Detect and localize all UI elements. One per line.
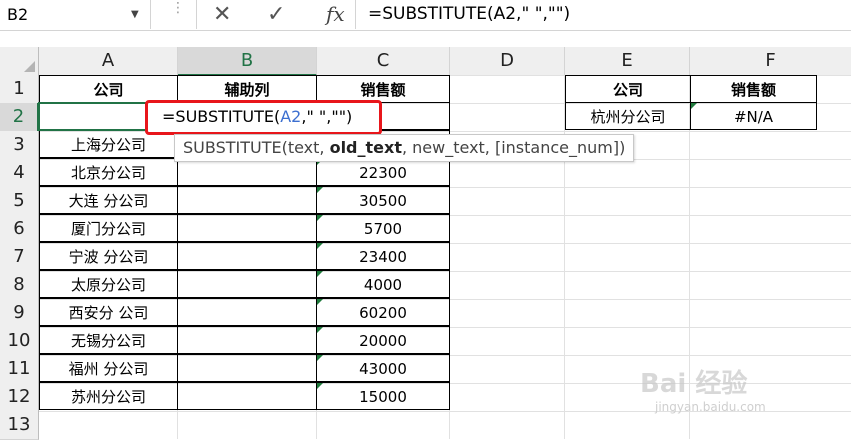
error-indicator-icon [691, 103, 697, 109]
error-indicator-icon [317, 243, 323, 249]
column-header-f[interactable]: F [690, 47, 851, 76]
row-header[interactable]: 6 [0, 215, 39, 244]
header-company[interactable]: 公司 [39, 75, 178, 103]
sales-cell[interactable]: 30500 [316, 186, 450, 214]
row-header[interactable]: 5 [0, 187, 39, 216]
function-argument-tooltip: SUBSTITUTE(text, old_text, new_text, [in… [174, 134, 635, 162]
lookup-sales-cell[interactable]: #N/A [690, 102, 817, 130]
header-helper[interactable]: 辅助列 [177, 75, 317, 103]
sales-cell[interactable]: 23400 [316, 242, 450, 270]
company-cell[interactable]: 无锡分公司 [39, 326, 178, 354]
formula-buttons: ✕ ✓ fx [196, 0, 356, 29]
formula-bar: B2 ▼ ⋮ ✕ ✓ fx =SUBSTITUTE(A2," ","") [0, 0, 851, 31]
error-indicator-icon [317, 215, 323, 221]
sales-cell[interactable]: 15000 [316, 382, 450, 410]
row-header[interactable]: 1 [0, 75, 39, 104]
error-indicator-icon [317, 187, 323, 193]
helper-cell[interactable] [177, 298, 317, 326]
sales-cell[interactable]: 43000 [316, 354, 450, 382]
name-box[interactable]: B2 ▼ [0, 0, 151, 29]
error-indicator-icon [317, 383, 323, 389]
watermark-logo: Bai 经验 [640, 369, 748, 399]
helper-cell[interactable] [177, 242, 317, 270]
error-indicator-icon [317, 355, 323, 361]
row-header[interactable]: 3 [0, 131, 39, 160]
lookup-company-cell[interactable]: 杭州分公司 [565, 102, 691, 130]
column-header-a[interactable]: A [39, 47, 178, 76]
company-cell[interactable]: 福州 分公司 [39, 354, 178, 382]
name-box-value: B2 [7, 5, 29, 24]
sales-cell[interactable]: 60200 [316, 298, 450, 326]
column-header-c[interactable]: C [317, 47, 450, 76]
helper-cell[interactable] [177, 382, 317, 410]
tooltip-function-name[interactable]: SUBSTITUTE( [183, 138, 288, 157]
company-cell[interactable]: 太原分公司 [39, 270, 178, 298]
lookup-header-company[interactable]: 公司 [565, 75, 691, 103]
row-header[interactable]: 4 [0, 159, 39, 188]
check-icon[interactable]: ✓ [267, 2, 285, 27]
tooltip-arg: text, [287, 138, 330, 157]
tooltip-rest: , new_text, [instance_num]) [401, 138, 626, 157]
row-header[interactable]: 7 [0, 243, 39, 272]
row-header[interactable]: 11 [0, 355, 39, 384]
company-cell[interactable]: 北京分公司 [39, 158, 178, 186]
cell-editor-text[interactable]: =SUBSTITUTE(A2," ","") [162, 107, 352, 126]
select-all-button[interactable] [0, 47, 39, 76]
close-icon[interactable]: ✕ [213, 2, 231, 27]
watermark-url: jingyan.baidu.com [655, 400, 766, 414]
error-indicator-icon [317, 271, 323, 277]
header-sales[interactable]: 销售额 [316, 75, 450, 103]
error-indicator-icon [317, 327, 323, 333]
tooltip-current-arg: old_text [329, 138, 402, 157]
helper-cell[interactable] [177, 326, 317, 354]
cell-reference: A2 [280, 107, 302, 126]
company-cell[interactable]: 宁波 分公司 [39, 242, 178, 270]
row-header[interactable]: 12 [0, 383, 39, 412]
error-indicator-icon [317, 299, 323, 305]
row-header[interactable]: 10 [0, 327, 39, 356]
sales-cell[interactable]: 22300 [316, 158, 450, 186]
drag-handle-icon[interactable]: ⋮ [171, 1, 185, 15]
row-header[interactable]: 8 [0, 271, 39, 300]
helper-cell[interactable] [177, 270, 317, 298]
cell-editor[interactable]: =SUBSTITUTE(A2," ","") [145, 100, 382, 135]
helper-cell[interactable] [177, 158, 317, 186]
chevron-down-icon[interactable]: ▼ [131, 9, 139, 20]
formula-input[interactable]: =SUBSTITUTE(A2," ","") [368, 4, 570, 24]
helper-cell[interactable] [177, 214, 317, 242]
sales-cell[interactable]: 5700 [316, 214, 450, 242]
row-header[interactable]: 9 [0, 299, 39, 328]
fx-icon[interactable]: fx [326, 2, 345, 26]
column-header-d[interactable]: D [450, 47, 565, 76]
helper-cell[interactable] [177, 186, 317, 214]
company-cell[interactable]: 大连 分公司 [39, 186, 178, 214]
helper-cell[interactable] [177, 354, 317, 382]
row-header[interactable]: 2 [0, 103, 39, 132]
row-header[interactable]: 13 [0, 411, 39, 440]
column-header-e[interactable]: E [565, 47, 690, 76]
column-header-b[interactable]: B [178, 47, 317, 76]
lookup-header-sales[interactable]: 销售额 [690, 75, 817, 103]
company-cell[interactable]: 西安分 公司 [39, 298, 178, 326]
sales-cell[interactable]: 20000 [316, 326, 450, 354]
company-cell[interactable]: 厦门分公司 [39, 214, 178, 242]
company-cell[interactable]: 苏州分公司 [39, 382, 178, 410]
sales-cell[interactable]: 4000 [316, 270, 450, 298]
